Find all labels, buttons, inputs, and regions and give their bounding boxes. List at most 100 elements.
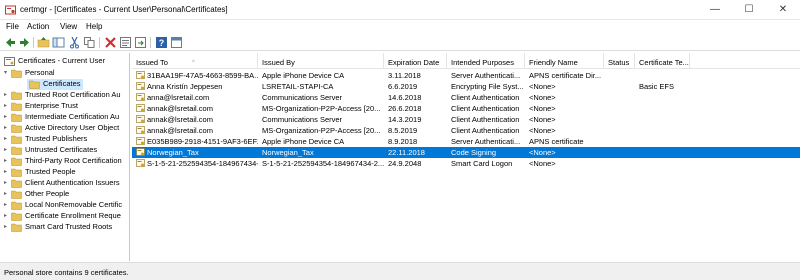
window-title: certmgr - [Certificates - Current User\P… [20, 5, 228, 14]
collapse-arrow-icon[interactable]: ▾ [4, 70, 10, 77]
cell-issued-by: Apple iPhone Device CA [262, 137, 345, 146]
cell-status [604, 92, 635, 103]
cell-status [604, 136, 635, 147]
table-row[interactable]: Anna Kristín Jeppesen LSRETAIL-STAPI-CA 6.… [132, 81, 800, 92]
folder-icon [11, 124, 22, 133]
column-header-status[interactable]: Status [604, 53, 635, 69]
expand-arrow-icon[interactable]: ▸ [4, 147, 10, 154]
expand-arrow-icon[interactable]: ▸ [4, 103, 10, 110]
up-folder-icon[interactable] [37, 36, 50, 49]
console-icon[interactable] [170, 36, 183, 49]
menu-action[interactable]: Action [27, 22, 49, 31]
cell-intended-purposes: Client Authentication [451, 115, 520, 124]
expand-arrow-icon[interactable]: ▸ [4, 92, 10, 99]
cell-expiration-date: 6.6.2019 [388, 82, 418, 91]
cell-status [604, 114, 635, 125]
table-row[interactable]: Norwegian_Tax Norwegian_Tax 22.11.2018 Code… [132, 147, 800, 158]
cell-issued-by: Apple iPhone Device CA [262, 71, 345, 80]
menu-file[interactable]: File [6, 22, 19, 31]
table-row[interactable]: annak@lsretail.com Communications Server 1… [132, 114, 800, 125]
cell-friendly-name: <None> [529, 93, 556, 102]
expand-arrow-icon[interactable]: ▸ [4, 136, 10, 143]
cell-issued-by: Norwegian_Tax [262, 148, 314, 157]
tree-item-label: Other People [25, 189, 70, 198]
expand-arrow-icon[interactable]: ▸ [4, 202, 10, 209]
table-row[interactable]: S-1-5-21-252594354-184967434-2... S-1-5-2… [132, 158, 800, 169]
close-button[interactable]: ✕ [766, 0, 800, 20]
cell-status [604, 158, 635, 169]
export-icon[interactable] [134, 36, 147, 49]
cell-status [604, 147, 635, 158]
cell-issued-by: MS-Organization-P2P-Access [20... [262, 104, 381, 113]
folder-icon [11, 179, 22, 188]
menu-view[interactable]: View [60, 22, 77, 31]
toolbar-separator [99, 37, 100, 48]
cell-issued-to: Anna Kristín Jeppesen [147, 82, 223, 91]
maximize-button[interactable]: ☐ [732, 0, 766, 20]
column-header-issued-by[interactable]: Issued By [258, 53, 384, 69]
tree-item-label: Trusted Publishers [25, 134, 88, 143]
expand-arrow-icon[interactable]: ▸ [4, 125, 10, 132]
table-row[interactable]: annak@lsretail.com MS-Organization-P2P-Ac… [132, 125, 800, 136]
tree-item-label: Trusted People [25, 167, 76, 176]
list-header: Issued To ^ Issued By Expiration Date Int… [132, 53, 800, 69]
certificate-icon [136, 137, 145, 145]
column-header-certificate-template[interactable]: Certificate Te... [635, 53, 690, 69]
cell-expiration-date: 14.6.2018 [388, 93, 422, 102]
cell-friendly-name: <None> [529, 82, 556, 91]
minimize-button[interactable]: — [698, 0, 732, 20]
tree-item-certificates[interactable]: Certificates [27, 79, 83, 90]
certmgr-app-icon [5, 5, 16, 15]
cell-certificate-template [635, 103, 690, 114]
cell-intended-purposes: Client Authentication [451, 93, 520, 102]
properties-icon[interactable] [119, 36, 132, 49]
menu-help[interactable]: Help [86, 22, 102, 31]
certificate-store-icon [4, 57, 15, 66]
toolbar: ? [0, 34, 800, 51]
cell-issued-to: anna@lsretail.com [147, 93, 210, 102]
forward-icon[interactable] [18, 36, 31, 49]
folder-icon [11, 113, 22, 122]
show-hide-tree-icon[interactable] [52, 36, 65, 49]
column-header-friendly-name[interactable]: Friendly Name [525, 53, 604, 69]
expand-arrow-icon[interactable]: ▸ [4, 158, 10, 165]
delete-icon[interactable] [104, 36, 117, 49]
certificate-icon [136, 71, 145, 79]
cell-expiration-date: 8.5.2019 [388, 126, 418, 135]
table-row[interactable]: 31BAA19F-47A5-4663-8599-BA... Apple iPhon… [132, 70, 800, 81]
certificate-icon [136, 148, 145, 156]
back-icon[interactable] [4, 36, 17, 49]
cut-icon[interactable] [68, 36, 81, 49]
table-row[interactable]: annak@lsretail.com MS-Organization-P2P-Ac… [132, 103, 800, 114]
cell-issued-by: Communications Server [262, 115, 343, 124]
console-tree: Certificates - Current User ▾ Personal C… [0, 53, 130, 261]
table-row[interactable]: anna@lsretail.com Communications Server 14… [132, 92, 800, 103]
column-header-intended-purposes[interactable]: Intended Purposes [447, 53, 525, 69]
toolbar-separator [33, 37, 34, 48]
toolbar-separator [150, 37, 151, 48]
cell-certificate-template [635, 125, 690, 136]
column-header-issued-to[interactable]: Issued To ^ [132, 53, 258, 69]
table-row[interactable]: E035B989-2918-4151-9AF3-6EF2... Apple iPh… [132, 136, 800, 147]
menu-bar: File Action View Help [0, 20, 800, 34]
copy-icon[interactable] [83, 36, 96, 49]
tree-item-label: Local NonRemovable Certific [25, 200, 123, 209]
cell-issued-to: annak@lsretail.com [147, 126, 213, 135]
cell-friendly-name: APNS certificate [529, 137, 584, 146]
expand-arrow-icon[interactable]: ▸ [4, 114, 10, 121]
folder-icon [11, 212, 22, 221]
cell-certificate-template [635, 136, 690, 147]
cell-expiration-date: 8.9.2018 [388, 137, 418, 146]
expand-arrow-icon[interactable]: ▸ [4, 169, 10, 176]
cell-intended-purposes: Client Authentication [451, 126, 520, 135]
expand-arrow-icon[interactable]: ▸ [4, 180, 10, 187]
cell-intended-purposes: Server Authenticati... [451, 137, 521, 146]
expand-arrow-icon[interactable]: ▸ [4, 213, 10, 220]
column-header-expiration-date[interactable]: Expiration Date [384, 53, 447, 69]
cell-issued-to: 31BAA19F-47A5-4663-8599-BA... [147, 71, 258, 80]
expand-arrow-icon[interactable]: ▸ [4, 224, 10, 231]
help-icon[interactable]: ? [155, 36, 168, 49]
open-folder-icon [11, 69, 22, 78]
cell-friendly-name: <None> [529, 159, 556, 168]
expand-arrow-icon[interactable]: ▸ [4, 191, 10, 198]
